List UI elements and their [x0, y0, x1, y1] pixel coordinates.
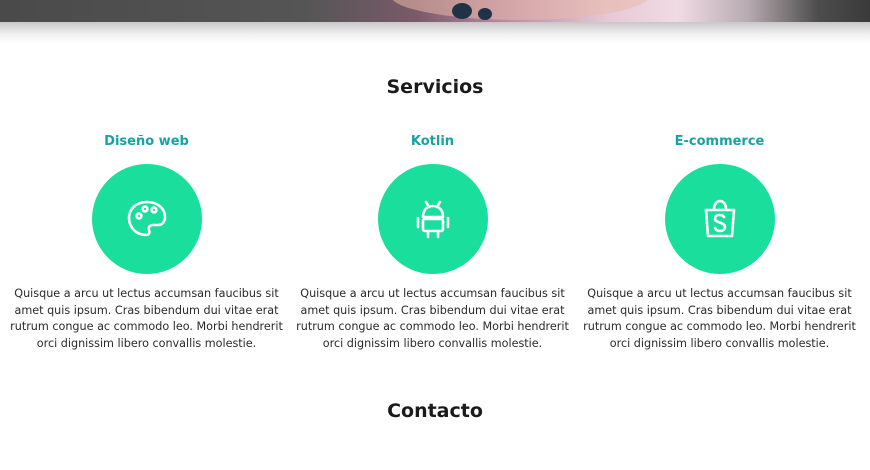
android-icon: [416, 200, 449, 239]
hero-image: [0, 0, 870, 22]
service-description: Quisque a arcu ut lectus accumsan faucib…: [583, 287, 856, 350]
hero-nail: [478, 8, 492, 20]
service-icon-circle: [91, 164, 202, 274]
hero-hand: [390, 0, 650, 20]
service-card-kotlin: Kotlin Quisque a arcu ut lectus accumsan…: [289, 132, 576, 352]
palette-icon: [127, 200, 166, 237]
service-icon-circle: [377, 164, 488, 274]
service-title: Diseño web: [104, 134, 189, 149]
hero-shadow: [0, 22, 870, 44]
contact-title: Contacto: [387, 400, 483, 422]
service-icon-circle: [664, 164, 775, 274]
service-description: Quisque a arcu ut lectus accumsan faucib…: [10, 287, 283, 350]
services-title: Servicios: [386, 76, 484, 98]
service-description: Quisque a arcu ut lectus accumsan faucib…: [296, 287, 569, 350]
shopping-bag-icon: [704, 199, 735, 238]
hero-nail: [452, 3, 472, 19]
service-title: E-commerce: [674, 134, 765, 149]
service-title: Kotlin: [410, 134, 455, 149]
service-card-ecommerce: E-commerce Quisque a arcu ut lectus accu…: [576, 132, 863, 352]
service-card-web-design: Diseño web Quisque a arcu ut lectus accu…: [3, 132, 290, 352]
